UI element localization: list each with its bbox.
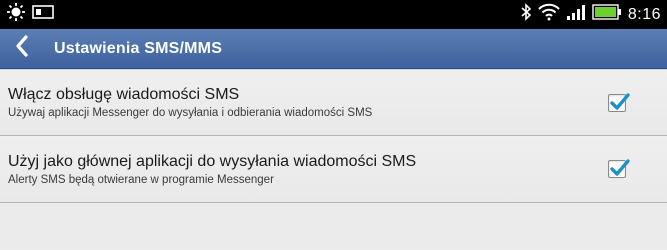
status-left-icons	[0, 2, 54, 27]
bluetooth-icon	[520, 3, 532, 26]
enable-sms-checkbox[interactable]	[608, 92, 630, 112]
battery-icon	[592, 4, 622, 25]
status-bar: 8:16	[0, 0, 667, 29]
page-title: Ustawienia SMS/MMS	[54, 39, 223, 57]
empty-area	[0, 203, 667, 249]
status-time: 8:16	[627, 5, 661, 23]
brightness-icon	[6, 2, 26, 27]
status-right-icons: 8:16	[520, 3, 667, 26]
checkmark-icon	[610, 159, 630, 176]
setting-title: Użyj jako głównej aplikacji do wysyłania…	[8, 152, 417, 170]
settings-list: Włącz obsługę wiadomości SMS Używaj apli…	[0, 69, 667, 203]
signal-icon	[566, 3, 586, 26]
setting-default-sms-app[interactable]: Użyj jako głównej aplikacji do wysyłania…	[0, 136, 667, 203]
back-button[interactable]	[8, 29, 36, 69]
setting-subtitle: Używaj aplikacji Messenger do wysyłania …	[8, 107, 373, 119]
setting-enable-sms[interactable]: Włącz obsługę wiadomości SMS Używaj apli…	[0, 69, 667, 136]
screen-icon	[32, 4, 54, 25]
default-sms-app-checkbox[interactable]	[608, 159, 630, 178]
setting-subtitle: Alerty SMS będą otwierane w programie Me…	[8, 173, 274, 186]
action-bar: Ustawienia SMS/MMS	[0, 29, 667, 69]
wifi-icon	[538, 3, 560, 26]
setting-title: Włącz obsługę wiadomości SMS	[8, 86, 240, 103]
setting-text: Włącz obsługę wiadomości SMS Używaj apli…	[8, 85, 372, 120]
setting-text: Użyj jako głównej aplikacji do wysyłania…	[8, 152, 416, 187]
checkmark-icon	[610, 92, 630, 110]
chevron-left-icon	[15, 35, 29, 62]
